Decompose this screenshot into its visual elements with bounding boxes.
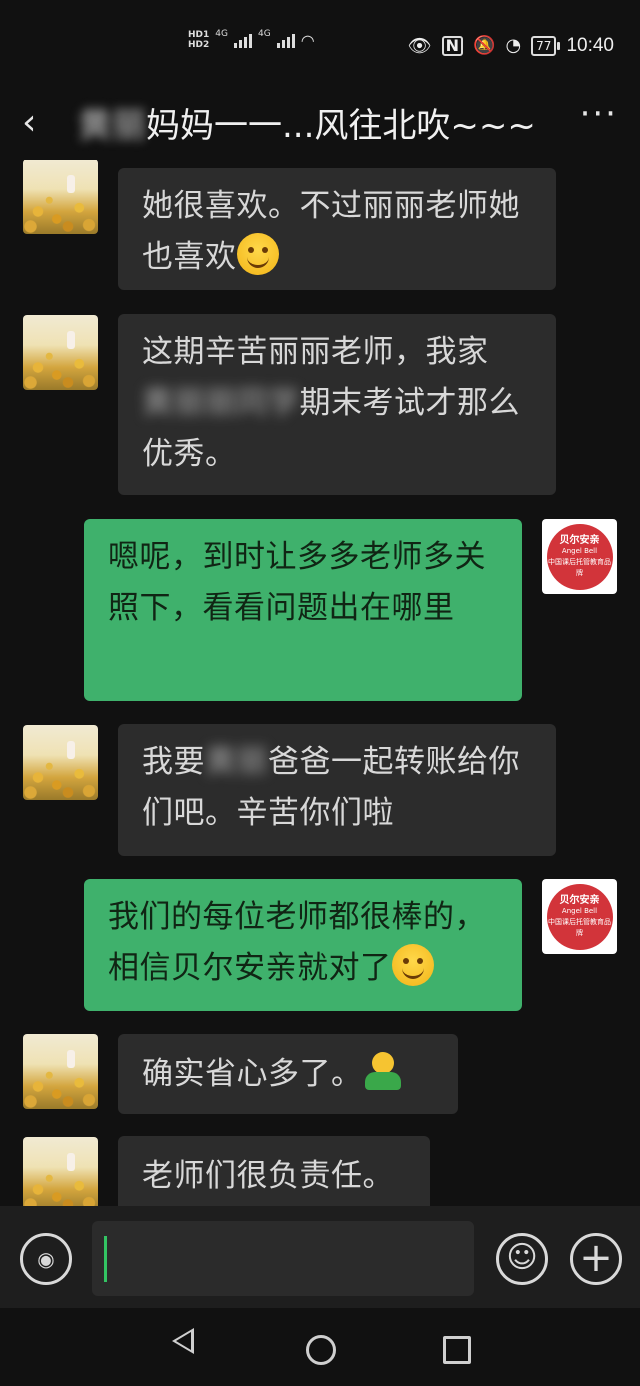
message-bubble[interactable]: 老师们很负责任。 [118,1136,430,1206]
message-list[interactable]: 她很喜欢。不过丽丽老师她也喜欢 这期辛苦丽丽老师，我家黄丽丽同学期末考试才那么优… [0,160,640,1206]
message-text: 嗯呢，到时让多多老师多关照下，看看问题出在哪里 [108,539,486,626]
emoji-icon[interactable]: ☺ [496,1233,548,1285]
avatar-logo[interactable]: 贝尔安亲 Angel Bell 中国课后托管教育品牌 [542,519,617,594]
wifi-icon: ◠ [300,30,315,50]
angel-bell-logo-icon: 贝尔安亲 Angel Bell 中国课后托管教育品牌 [546,883,613,950]
hd-indicators: HD1 HD2 [188,30,209,50]
avatar[interactable] [23,160,98,234]
logo-name-en: Angel Bell [561,546,598,555]
nfc-icon: N [441,35,464,56]
message-text: 确实省心多了。 [142,1056,363,1092]
message-bubble[interactable]: 确实省心多了。 [118,1034,458,1114]
nav-recents-icon[interactable] [443,1336,471,1364]
status-bar: HD1 HD2 4G 4G ◠ 👁 N 🔕 ◔ 77 10:40 [0,0,640,90]
chevron-left-icon[interactable]: ‹ [22,102,36,143]
clock: 10:40 [566,34,614,56]
message-text: 这期辛苦丽丽老师，我家 [142,334,489,370]
logo-tagline: 中国课后托管教育品牌 [548,557,611,577]
status-right: 👁 N 🔕 ◔ 77 10:40 [407,34,614,58]
system-nav-bar [0,1308,640,1386]
message-bubble[interactable]: 嗯呢，到时让多多老师多关照下，看看问题出在哪里 [84,519,522,701]
more-icon[interactable]: ··· [580,94,618,134]
speed-icon: ◔ [505,35,522,56]
title-text: 妈妈一一...风往北吹~~~ [146,106,536,146]
chat-title: 黄丽妈妈一一...风往北吹~~~ [78,98,536,147]
avatar[interactable] [23,725,98,800]
avatar[interactable] [23,1034,98,1109]
nav-back-icon[interactable] [172,1328,194,1354]
avatar[interactable] [23,1137,98,1206]
input-bar: ◉ ☺ + [0,1206,640,1308]
message-text: 老师们很负责任。 [142,1158,394,1194]
logo-tagline: 中国课后托管教育品牌 [548,917,611,937]
message-bubble[interactable]: 这期辛苦丽丽老师，我家黄丽丽同学期末考试才那么优秀。 [118,314,556,495]
network-2-label: 4G [257,29,271,39]
blurred-name: 黄丽丽同学 [142,385,300,421]
eye-icon: 👁 [407,35,432,57]
smile-emoji-icon [391,944,434,986]
logo-name-cn: 贝尔安亲 [559,534,600,546]
hd1-sub: 1 [203,30,210,40]
plus-icon[interactable]: + [570,1233,622,1285]
chat-header: ‹ 黄丽妈妈一一...风往北吹~~~ ··· [0,92,640,154]
logo-name-cn: 贝尔安亲 [559,894,600,906]
angel-bell-logo-icon: 贝尔安亲 Angel Bell 中国课后托管教育品牌 [546,523,613,590]
mute-bell-icon: 🔕 [473,35,496,56]
avatar-logo[interactable]: 贝尔安亲 Angel Bell 中国课后托管教育品牌 [542,879,617,954]
message-text: 她很喜欢。不过丽丽老师她也喜欢 [142,188,520,275]
hd2-label: HD [188,40,204,50]
voice-icon[interactable]: ◉ [20,1233,72,1285]
battery-icon: 77 [531,35,561,56]
message-input[interactable] [92,1221,474,1296]
hd1-label: HD [188,30,204,40]
smile-emoji-icon [236,233,279,275]
status-left: HD1 HD2 4G 4G ◠ [188,29,315,50]
network-1-label: 4G [215,29,228,39]
title-blurred-name: 黄丽 [78,106,146,146]
nav-home-icon[interactable] [306,1335,336,1365]
avatar[interactable] [23,315,98,390]
text-caret [104,1236,107,1282]
logo-name-en: Angel Bell [561,906,598,915]
message-bubble[interactable]: 我们的每位老师都很棒的，相信贝尔安亲就对了 [84,879,522,1011]
message-text: 我要 [142,744,205,780]
hug-emoji-icon [363,1052,403,1092]
signal-2-icon [276,32,295,48]
signal-1-icon [233,32,252,48]
hd2-sub: 2 [203,40,210,50]
message-bubble[interactable]: 她很喜欢。不过丽丽老师她也喜欢 [118,168,556,290]
message-bubble[interactable]: 我要黄丽爸爸一起转账给你们吧。辛苦你们啦 [118,724,556,856]
blurred-name: 黄丽 [205,744,268,780]
